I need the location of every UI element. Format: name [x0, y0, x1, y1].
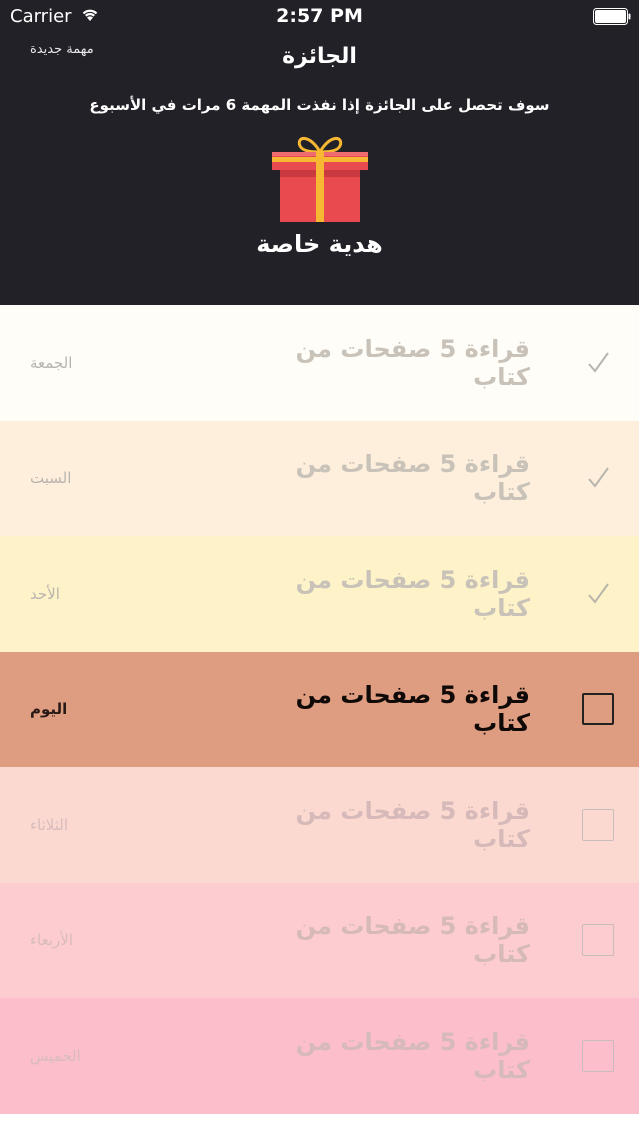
task-label: قراءة 5 صفحات من كتاب	[295, 912, 530, 969]
page-title: الجائزة	[282, 44, 357, 69]
checkbox-empty-icon[interactable]	[582, 693, 614, 726]
day-label: الأربعاء	[30, 931, 74, 950]
gift-box-icon	[272, 137, 368, 222]
checkmark-icon[interactable]	[582, 578, 614, 610]
checkbox-empty-icon[interactable]	[582, 924, 614, 957]
status-bar: Carrier 2:57 PM	[0, 0, 639, 34]
task-row[interactable]: الأحد قراءة 5 صفحات من كتاب	[0, 536, 639, 652]
checkbox-empty-icon[interactable]	[582, 1039, 614, 1072]
day-label: السبت	[30, 469, 72, 488]
status-time: 2:57 PM	[276, 5, 363, 27]
checkbox-empty-icon[interactable]	[582, 808, 614, 841]
task-label: قراءة 5 صفحات من كتاب	[295, 334, 530, 391]
week-task-list: الجمعة قراءة 5 صفحات من كتاب السبت قراءة…	[0, 305, 639, 1114]
task-row-today[interactable]: اليوم قراءة 5 صفحات من كتاب	[0, 651, 639, 767]
task-row[interactable]: الثلاثاء قراءة 5 صفحات من كتاب	[0, 767, 639, 883]
day-label: الثلاثاء	[30, 815, 69, 834]
task-label: قراءة 5 صفحات من كتاب	[295, 565, 530, 622]
task-label: قراءة 5 صفحات من كتاب	[295, 796, 530, 853]
gift-label: هدية خاصة	[256, 230, 383, 258]
task-label: قراءة 5 صفحات من كتاب	[295, 681, 530, 738]
battery-icon	[593, 8, 631, 25]
task-label: قراءة 5 صفحات من كتاب	[295, 450, 530, 507]
task-label: قراءة 5 صفحات من كتاب	[295, 1027, 530, 1084]
checkmark-icon[interactable]	[582, 347, 614, 379]
checkmark-icon[interactable]	[582, 462, 614, 494]
day-label: الجمعة	[30, 353, 73, 372]
day-label: الخميس	[30, 1046, 81, 1065]
task-row[interactable]: الأربعاء قراءة 5 صفحات من كتاب	[0, 882, 639, 998]
task-row[interactable]: الجمعة قراءة 5 صفحات من كتاب	[0, 305, 639, 421]
reward-description: سوف تحصل على الجائزة إذا نفذت المهمة 6 م…	[89, 96, 550, 114]
task-row[interactable]: السبت قراءة 5 صفحات من كتاب	[0, 420, 639, 536]
reward-header: مهمة جديدة الجائزة سوف تحصل على الجائزة …	[0, 34, 639, 305]
day-label: اليوم	[30, 700, 68, 719]
task-row[interactable]: الخميس قراءة 5 صفحات من كتاب	[0, 998, 639, 1114]
day-label: الأحد	[30, 584, 60, 603]
